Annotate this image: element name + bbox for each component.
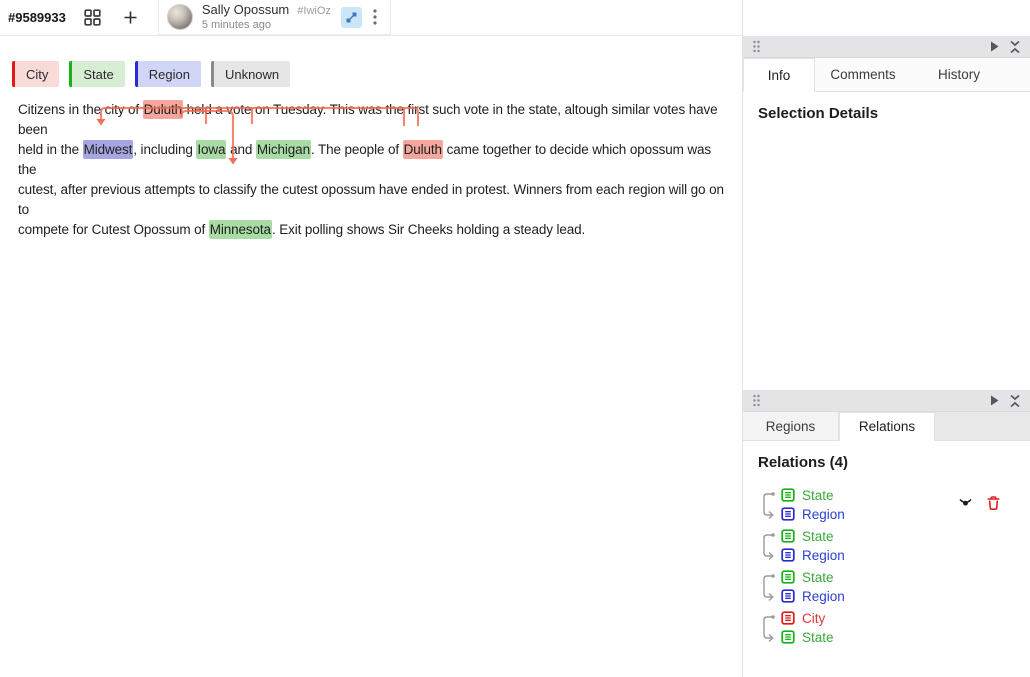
region-type-icon-region — [781, 589, 795, 603]
details-panel-header — [743, 36, 1030, 58]
relations-mode-button[interactable] — [341, 7, 362, 28]
drag-handle-icon[interactable] — [752, 40, 761, 53]
label-chip-unknown[interactable]: Unknown — [211, 61, 290, 87]
text-segment: cutest, after previous attempts to class… — [18, 182, 724, 217]
kebab-menu-icon — [373, 9, 377, 25]
annotation-user-card[interactable]: Sally Opossum #IwiOz 5 minutes ago — [158, 0, 391, 35]
label-chip-state[interactable]: State — [69, 61, 124, 87]
relation-item[interactable]: City State — [758, 609, 1015, 646]
region-type-icon-state — [781, 570, 795, 584]
grid-view-button[interactable] — [80, 5, 105, 30]
avatar — [167, 4, 193, 30]
region-type-icon-region — [781, 507, 795, 521]
text-segment: held in the — [18, 142, 83, 157]
relation-from-label: City — [802, 611, 825, 626]
detach-panel-button[interactable] — [990, 41, 999, 52]
entity-span-city[interactable]: Duluth — [143, 100, 183, 119]
relations-count-heading: Relations (4) — [758, 454, 1015, 471]
tab-info[interactable]: Info — [743, 58, 815, 92]
text-segment: , including — [133, 142, 196, 157]
play-icon — [990, 41, 999, 52]
play-icon — [990, 395, 999, 406]
regions-panel-header — [743, 390, 1030, 412]
detach-panel-button[interactable] — [990, 395, 999, 406]
label-chip-city[interactable]: City — [12, 61, 59, 87]
region-type-icon-region — [781, 548, 795, 562]
trash-icon — [986, 495, 1001, 511]
relation-from-label: State — [802, 570, 834, 585]
relation-to-label: Region — [802, 507, 845, 522]
relation-direction-icon — [758, 570, 778, 604]
entity-span-state[interactable]: Iowa — [196, 140, 226, 159]
relation-direction-icon — [758, 611, 778, 645]
collapse-panel-button[interactable] — [1009, 394, 1021, 408]
delete-relation-button[interactable] — [986, 495, 1001, 511]
entity-span-region[interactable]: Midwest — [83, 140, 134, 159]
tab-history[interactable]: History — [911, 58, 1007, 91]
annotation-menu-button[interactable] — [370, 6, 380, 28]
toggle-relation-visibility-button[interactable] — [958, 495, 973, 511]
grid-icon — [84, 9, 101, 26]
tab-comments[interactable]: Comments — [815, 58, 911, 91]
collapse-panel-button[interactable] — [1009, 40, 1021, 54]
annotation-topbar: #9589933 — [0, 0, 742, 36]
annotation-area: #9589933 — [0, 0, 742, 677]
annotation-time: 5 minutes ago — [202, 19, 331, 31]
entity-span-city[interactable]: Duluth — [403, 140, 443, 159]
side-panels: InfoCommentsHistory Selection Details — [742, 0, 1030, 677]
region-type-icon-state — [781, 630, 795, 644]
region-type-icon-city — [781, 611, 795, 625]
regions-panel-body: Relations (4) StateRegionStateRegionStat… — [743, 441, 1030, 677]
plus-icon — [123, 10, 138, 25]
label-chip-region[interactable]: Region — [135, 61, 201, 87]
selection-details-heading: Selection Details — [758, 105, 1015, 122]
label-picker: City State Region Unknown — [12, 61, 300, 87]
tab-relations[interactable]: Relations — [839, 412, 935, 441]
text-segment: . Exit polling shows Sir Cheeks holding … — [272, 222, 585, 237]
relation-actions — [958, 495, 1001, 511]
relation-item[interactable]: State Region — [758, 527, 1015, 564]
relation-direction-icon — [758, 529, 778, 563]
details-panel: InfoCommentsHistory Selection Details — [743, 36, 1030, 390]
relations-list: State Region State Region State Region City Sta… — [758, 486, 1015, 646]
relation-item[interactable]: State Region — [758, 486, 1015, 523]
entity-span-state[interactable]: Michigan — [256, 140, 311, 159]
regions-panel: RegionsRelations Relations (4) State Regi… — [743, 390, 1030, 677]
collapse-icon — [1009, 394, 1021, 408]
entity-span-state[interactable]: Minnesota — [209, 220, 272, 239]
relation-to-label: State — [802, 630, 834, 645]
regions-panel-tabs: RegionsRelations — [743, 412, 1030, 441]
text-segment: and — [226, 142, 255, 157]
add-annotation-button[interactable] — [119, 6, 142, 29]
text-segment: Citizens in the city of — [18, 102, 143, 117]
drag-handle-icon[interactable] — [752, 394, 761, 407]
relation-to-label: Region — [802, 548, 845, 563]
label-studio-app: #9589933 — [0, 0, 1030, 677]
collapse-icon — [1009, 40, 1021, 54]
relation-from-label: State — [802, 488, 834, 503]
relation-direction-icon — [758, 488, 778, 522]
document-text: Citizens in the city of Duluth held a vo… — [18, 100, 730, 240]
relation-to-label: Region — [802, 589, 845, 604]
annotation-id-tag: #IwiOz — [297, 5, 331, 17]
hide-relation-icon — [958, 495, 973, 508]
relation-item[interactable]: State Region — [758, 568, 1015, 605]
user-name: Sally Opossum — [202, 3, 289, 17]
relations-link-icon — [345, 11, 358, 24]
annotation-meta: Sally Opossum #IwiOz 5 minutes ago — [202, 3, 331, 31]
details-panel-body: Selection Details — [743, 92, 1030, 390]
task-id: #9589933 — [8, 10, 66, 25]
panel-top-strip — [743, 0, 1030, 36]
region-type-icon-state — [781, 488, 795, 502]
region-type-icon-state — [781, 529, 795, 543]
text-segment: . The people of — [311, 142, 403, 157]
relation-from-label: State — [802, 529, 834, 544]
tab-regions[interactable]: Regions — [743, 412, 839, 440]
details-panel-tabs: InfoCommentsHistory — [743, 58, 1030, 92]
text-segment: compete for Cutest Opossum of — [18, 222, 209, 237]
